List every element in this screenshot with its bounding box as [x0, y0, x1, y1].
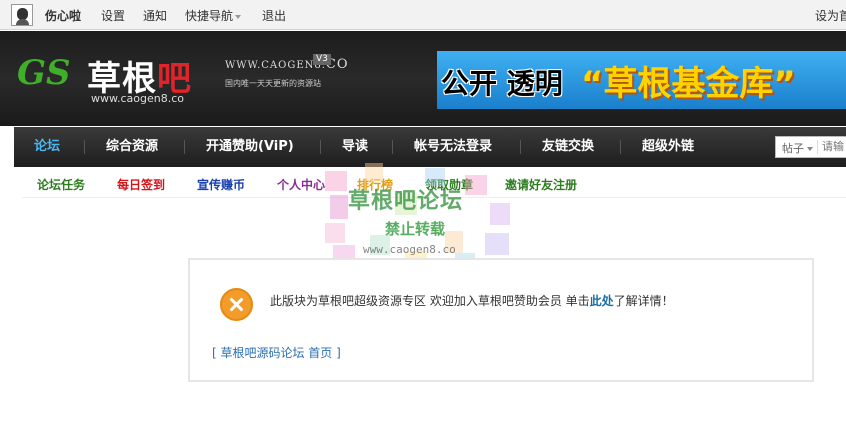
header-banner[interactable]: 公开 透明 “草根基金库”	[437, 51, 846, 109]
tab-login-help[interactable]: 帐号无法登录	[414, 127, 492, 167]
subnav-profile[interactable]: 个人中心	[277, 176, 325, 193]
subnav-tasks[interactable]: 论坛任务	[37, 176, 85, 193]
site-logo[interactable]: GS 草根吧 www.caogen8.co	[15, 45, 220, 107]
search-input[interactable]	[822, 139, 846, 155]
nav-divider	[392, 140, 393, 154]
banner-text-right: “草根基金库”	[581, 64, 796, 104]
tab-super-links[interactable]: 超级外链	[642, 127, 694, 167]
quick-nav-menu[interactable]: 快捷导航	[185, 7, 242, 24]
banner-text-left: 公开 透明	[441, 67, 563, 100]
watermark-notice: 禁止转载	[385, 220, 446, 238]
tab-resources[interactable]: 综合资源	[106, 127, 158, 167]
search-box: 帖子	[775, 136, 846, 158]
nav-divider	[184, 140, 185, 154]
chevron-down-icon	[807, 147, 813, 151]
username-link[interactable]: 伤心啦	[45, 7, 81, 24]
sub-nav: 论坛任务 每日签到 宣传赚币 个人中心 排行榜 领取勋章 邀请好友注册	[22, 168, 846, 198]
set-homepage-link[interactable]: 设为首	[815, 7, 846, 24]
tab-guide[interactable]: 导读	[342, 127, 368, 167]
chevron-down-icon	[235, 14, 242, 19]
forum-home-link[interactable]: [ 草根吧源码论坛 首页 ]	[212, 344, 341, 361]
error-icon	[220, 288, 253, 321]
subnav-medals[interactable]: 领取勋章	[425, 176, 473, 193]
user-avatar[interactable]	[11, 4, 33, 26]
message-box: 此版块为草根吧超级资源专区 欢迎加入草根吧赞助会员 单击此处了解详情！ [ 草根…	[188, 258, 814, 382]
tab-forum[interactable]: 论坛	[34, 127, 60, 167]
search-divider	[817, 140, 818, 154]
quick-nav-label: 快捷导航	[185, 9, 234, 23]
top-user-bar: 伤心啦 设置 通知 快捷导航 退出 设为首	[0, 0, 846, 30]
logo-domain-block: V3 WWW.CAOGEN8.CO 国内唯一天天更新的资源站	[225, 54, 365, 97]
message-text: 此版块为草根吧超级资源专区 欢迎加入草根吧赞助会员 单击此处了解详情！	[270, 294, 674, 308]
subnav-ranking[interactable]: 排行榜	[357, 176, 393, 193]
search-type-select[interactable]: 帖子	[782, 140, 813, 156]
tab-link-exchange[interactable]: 友链交换	[542, 127, 594, 167]
settings-link[interactable]: 设置	[101, 7, 125, 24]
nav-divider	[84, 140, 85, 154]
watermark-url: www.caogen8.co	[363, 243, 456, 256]
nav-divider	[620, 140, 621, 154]
logo-domain: WWW.CAOGEN8.CO	[225, 57, 349, 72]
main-nav: 论坛 综合资源 开通赞助(ViP) 导读 帐号无法登录 友链交换 超级外链 帖子	[14, 127, 846, 167]
logo-mark-icon: GS	[17, 53, 71, 93]
subnav-promote[interactable]: 宣传赚币	[197, 176, 245, 193]
subnav-daily-checkin[interactable]: 每日签到	[117, 176, 165, 193]
tab-vip[interactable]: 开通赞助(ViP)	[206, 127, 294, 167]
nav-divider	[520, 140, 521, 154]
subnav-invite[interactable]: 邀请好友注册	[505, 176, 577, 193]
nav-divider	[320, 140, 321, 154]
details-link[interactable]: 此处	[590, 294, 614, 308]
logo-url: www.caogen8.co	[91, 92, 184, 105]
logo-tagline: 国内唯一天天更新的资源站	[225, 79, 321, 88]
logout-link[interactable]: 退出	[262, 7, 286, 24]
version-badge: V3	[313, 54, 331, 65]
site-header: GS 草根吧 www.caogen8.co V3 WWW.CAOGEN8.CO …	[0, 31, 846, 126]
notifications-link[interactable]: 通知	[143, 7, 167, 24]
